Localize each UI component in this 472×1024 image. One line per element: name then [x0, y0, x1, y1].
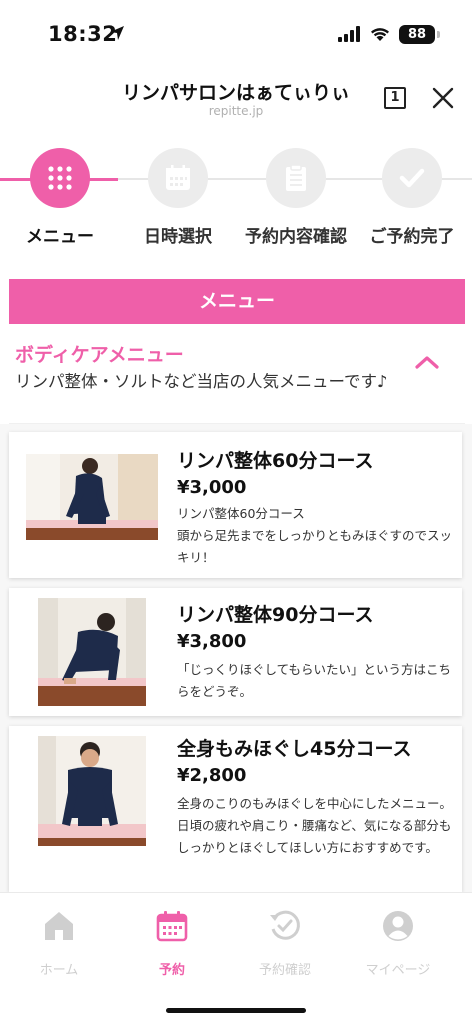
bottom-nav: ホーム 予約 予約確認 マイページ	[0, 892, 472, 1024]
menu-item-photo	[38, 598, 146, 706]
step-menu: メニュー	[0, 148, 120, 247]
category-header[interactable]: ボディケアメニュー リンパ整体・ソルトなど当店の人気メニューです♪	[9, 324, 465, 424]
calendar-icon	[166, 165, 190, 190]
step-label: ご予約完了	[369, 227, 455, 247]
category-title: ボディケアメニュー	[15, 344, 184, 366]
nav-item-mypage[interactable]: マイページ	[339, 909, 457, 978]
close-icon[interactable]	[430, 85, 456, 111]
section-header: メニュー	[9, 279, 465, 324]
step-circle	[148, 148, 208, 208]
menu-item-price: ¥2,800	[177, 765, 247, 786]
menu-item-photo	[38, 736, 146, 846]
menu-item-description: 全身のこりのもみほぐしを中心にしたメニュー。日頃の疲れや肩こり・腰痛など、気にな…	[177, 796, 452, 855]
category-description: リンパ整体・ソルトなど当店の人気メニューです♪	[15, 372, 388, 391]
step-circle	[30, 148, 90, 208]
chevron-up-icon[interactable]	[414, 354, 440, 370]
menu-item-description: 頭から足先までをしっかりともみほぐすのでスッキリ！	[177, 528, 453, 565]
step-confirm: 予約内容確認	[236, 148, 356, 247]
nav-label: 予約	[158, 963, 185, 978]
nav-item-reserve[interactable]: 予約	[113, 909, 231, 978]
step-datetime: 日時選択	[118, 148, 238, 247]
home-indicator	[166, 1008, 306, 1013]
menu-item-name: リンパ整体60分コース	[177, 450, 374, 472]
step-label: 日時選択	[144, 227, 212, 247]
menu-item-photo	[26, 454, 158, 540]
menu-item-subtitle: リンパ整体60分コース	[177, 506, 305, 521]
browser-header: リンパサロンはぁてぃりぃ repitte.jp 1	[0, 70, 472, 130]
nav-item-confirm[interactable]: 予約確認	[226, 909, 344, 978]
wifi-icon	[371, 28, 389, 41]
battery-tip	[437, 31, 440, 38]
check-icon	[399, 168, 425, 188]
tabs-button[interactable]: 1	[384, 87, 406, 109]
menu-item-price: ¥3,000	[177, 477, 247, 498]
nav-label: ホーム	[39, 963, 79, 978]
status-time: 18:32	[48, 22, 118, 46]
location-arrow-icon	[110, 26, 124, 40]
nav-item-home[interactable]: ホーム	[0, 909, 118, 978]
step-label: メニュー	[26, 227, 94, 247]
grid-dots-icon	[48, 166, 72, 190]
menu-item-card[interactable]: リンパ整体90分コース ¥3,800 「じっくりほぐしてもらいたい」という方はこ…	[9, 588, 462, 716]
step-label: 予約内容確認	[245, 227, 347, 247]
step-circle	[266, 148, 326, 208]
status-bar: 18:32 88	[0, 0, 472, 70]
calendar-icon	[156, 911, 188, 942]
nav-label: 予約確認	[258, 963, 311, 978]
step-complete: ご予約完了	[352, 148, 472, 247]
step-circle	[382, 148, 442, 208]
clipboard-icon	[286, 164, 306, 191]
menu-item-name: 全身もみほぐし45分コース	[177, 738, 412, 760]
history-check-icon	[270, 910, 300, 940]
battery-icon: 88	[399, 25, 435, 44]
progress-stepper: メニュー 日時選択 予約内容確認 ご予約完了	[0, 140, 472, 250]
menu-list[interactable]: リンパ整体60分コース ¥3,000 リンパ整体60分コース 頭から足先までをし…	[0, 424, 472, 892]
menu-item-card[interactable]: 全身もみほぐし45分コース ¥2,800 全身のこりのもみほぐしを中心にしたメニ…	[9, 726, 462, 892]
menu-item-price: ¥3,800	[177, 631, 247, 652]
signal-icon	[338, 26, 360, 42]
menu-item-card[interactable]: リンパ整体60分コース ¥3,000 リンパ整体60分コース 頭から足先までをし…	[9, 432, 462, 578]
home-icon	[45, 912, 73, 940]
menu-item-name: リンパ整体90分コース	[177, 604, 374, 626]
menu-item-description: 「じっくりほぐしてもらいたい」という方はこちらをどうぞ。	[177, 662, 452, 699]
nav-label: マイページ	[365, 963, 431, 978]
user-icon	[383, 911, 413, 941]
